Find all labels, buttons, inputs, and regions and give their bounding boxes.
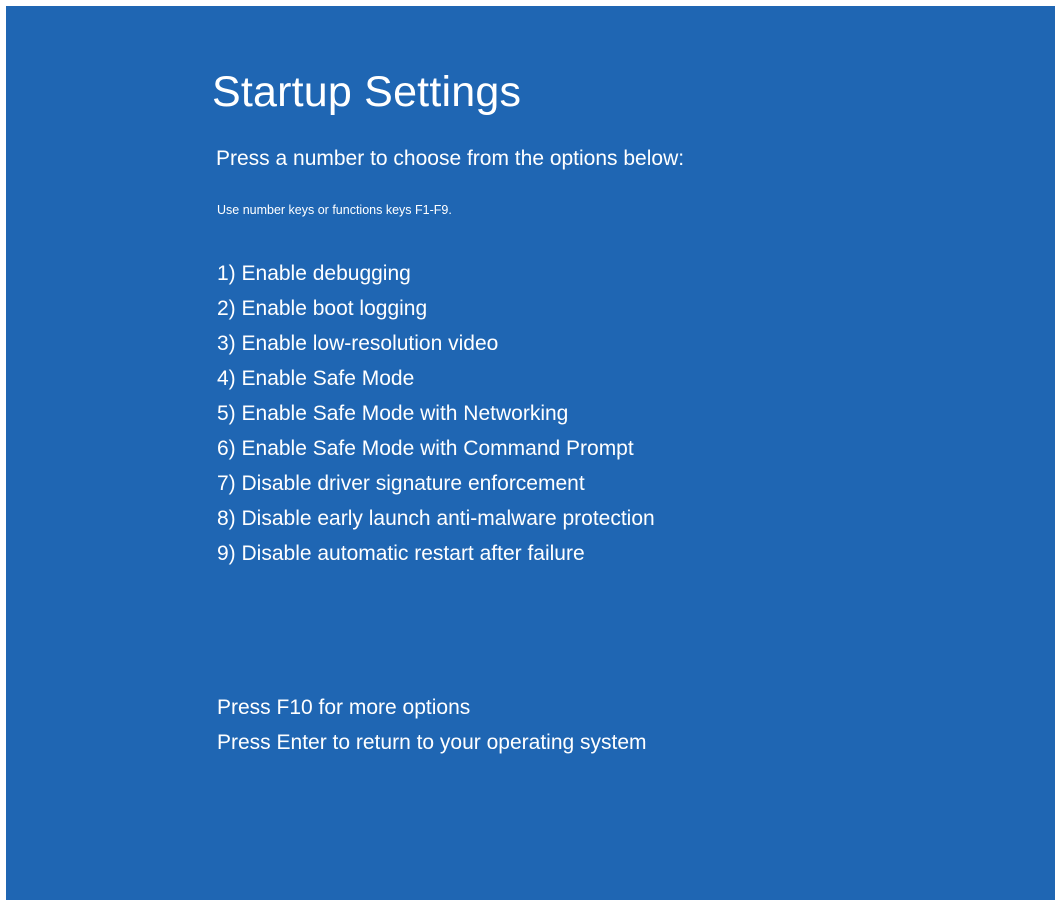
option-enable-safe-mode[interactable]: 4) Enable Safe Mode xyxy=(217,364,655,399)
footer-instructions: Press F10 for more options Press Enter t… xyxy=(217,693,647,763)
option-disable-automatic-restart[interactable]: 9) Disable automatic restart after failu… xyxy=(217,539,655,574)
page-title: Startup Settings xyxy=(212,68,522,116)
startup-options-list: 1) Enable debugging 2) Enable boot loggi… xyxy=(217,259,655,574)
option-disable-driver-signature-enforcement[interactable]: 7) Disable driver signature enforcement xyxy=(217,469,655,504)
option-enable-safe-mode-command-prompt[interactable]: 6) Enable Safe Mode with Command Prompt xyxy=(217,434,655,469)
return-to-os-hint[interactable]: Press Enter to return to your operating … xyxy=(217,728,647,763)
option-enable-low-resolution-video[interactable]: 3) Enable low-resolution video xyxy=(217,329,655,364)
option-disable-early-launch-anti-malware[interactable]: 8) Disable early launch anti-malware pro… xyxy=(217,504,655,539)
startup-settings-screen: Startup Settings Press a number to choos… xyxy=(6,6,1055,900)
key-hint-text: Use number keys or functions keys F1-F9. xyxy=(217,203,452,217)
instructions-text: Press a number to choose from the option… xyxy=(216,147,685,170)
more-options-hint[interactable]: Press F10 for more options xyxy=(217,693,647,728)
option-enable-boot-logging[interactable]: 2) Enable boot logging xyxy=(217,294,655,329)
option-enable-safe-mode-networking[interactable]: 5) Enable Safe Mode with Networking xyxy=(217,399,655,434)
option-enable-debugging[interactable]: 1) Enable debugging xyxy=(217,259,655,294)
